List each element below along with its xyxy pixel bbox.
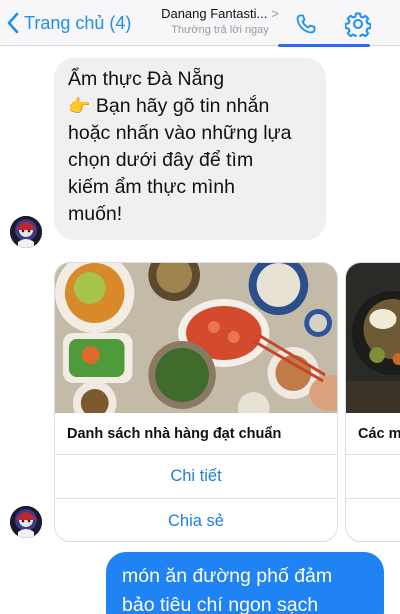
carousel-card[interactable]: Các m — [345, 262, 400, 542]
card-title: Các m — [346, 413, 400, 455]
incoming-message[interactable]: Ẩm thực Đà Nẵng 👉 Bạn hãy gõ tin nhắn ho… — [54, 58, 326, 240]
title-chevron: > — [271, 6, 279, 21]
back-button[interactable]: Trang chủ (4) — [6, 10, 131, 36]
header-indicator — [278, 44, 370, 47]
avatar-image — [10, 216, 42, 248]
settings-button[interactable] — [344, 10, 372, 38]
message-line: kiếm ẩm thực mình — [68, 176, 235, 198]
chevron-left-icon — [7, 12, 19, 34]
chat-title-area[interactable]: Danang Fantasti... > Thường trả lời ngay — [150, 6, 290, 36]
pointing-hand-icon: 👉 — [68, 96, 91, 116]
call-button[interactable] — [292, 10, 320, 38]
card-title: Danh sách nhà hàng đạt chuẩn — [55, 413, 337, 455]
message-line-text: Bạn hãy gõ tin nhắn — [95, 95, 270, 117]
card-button-empty[interactable] — [346, 455, 400, 499]
message-line: hoặc nhấn vào những lựa — [68, 122, 292, 144]
bot-avatar[interactable] — [10, 216, 42, 248]
back-label: Trang chủ (4) — [24, 12, 132, 33]
bot-avatar[interactable] — [10, 506, 42, 538]
chat-title: Danang Fantasti... > — [150, 6, 290, 21]
gear-icon — [345, 12, 371, 37]
message-line: bảo tiêu chí ngon sạch — [122, 594, 319, 614]
message-line: Ẩm thực Đà Nẵng — [68, 68, 225, 90]
share-button[interactable]: Chia sẻ — [55, 499, 337, 541]
phone-icon — [296, 14, 316, 34]
chat-name: Danang Fantasti... — [161, 6, 268, 21]
message-line: chọn dưới đây để tìm — [68, 149, 254, 171]
message-line: muốn! — [68, 203, 123, 225]
carousel-card[interactable]: Danh sách nhà hàng đạt chuẩn Chi tiết Ch… — [54, 262, 338, 542]
details-button[interactable]: Chi tiết — [55, 455, 337, 499]
card-button-empty[interactable] — [346, 499, 400, 541]
message-line: món ăn đường phố đảm — [122, 565, 333, 587]
chat-header: Trang chủ (4) Danang Fantasti... > Thường… — [0, 0, 400, 47]
food-bowl-image[interactable] — [346, 263, 400, 413]
outgoing-message[interactable]: món ăn đường phố đảm bảo tiêu chí ngon s… — [106, 552, 384, 614]
avatar-image — [10, 506, 42, 538]
chat-status: Thường trả lời ngay — [171, 24, 269, 36]
message-line-with-emoji: 👉 Bạn hãy gõ tin nhắn — [68, 93, 312, 120]
food-table-image[interactable] — [55, 263, 337, 413]
